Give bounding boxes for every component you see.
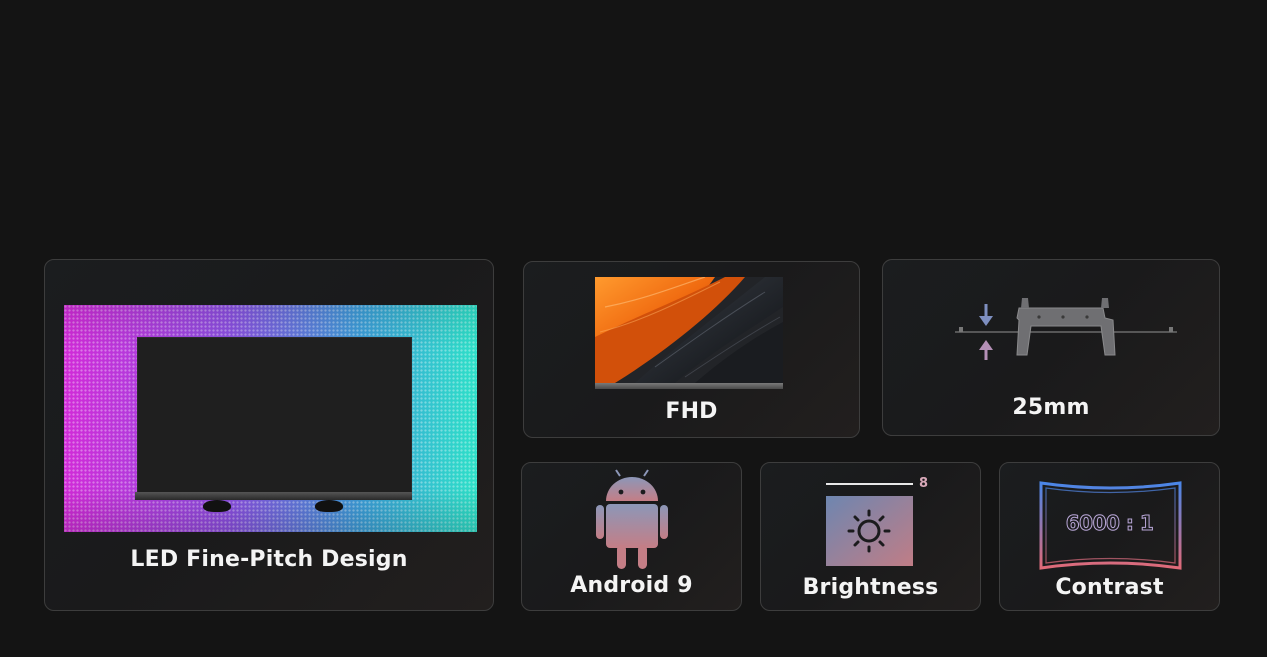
android-card: Android 9 [521,462,742,611]
thickness-label: 25mm [1012,395,1090,420]
fhd-label: FHD [665,399,718,424]
brightness-level-label: 8 [919,476,929,491]
tv-foot-right [315,500,343,512]
contrast-ratio-text: 6000 : 1 [1065,511,1154,536]
brightness-label: Brightness [802,575,939,600]
brightness-card: 8 Brightness [760,462,981,611]
tv-screen [137,337,412,494]
sun-icon [826,483,913,566]
tv-foot-left [203,500,231,512]
wall-mount-bracket-icon [955,298,1177,360]
led-fine-pitch-card: LED Fine-Pitch Design [44,259,494,611]
contrast-card: 6000 : 1 Contrast [999,462,1220,611]
led-fine-pitch-label: LED Fine-Pitch Design [130,547,408,572]
contrast-label: Contrast [1055,575,1164,600]
android-label: Android 9 [570,573,693,598]
feather-screen-icon [595,277,783,383]
fhd-card: FHD [523,261,860,438]
feather-artwork [595,277,783,383]
tv-bezel [135,492,412,500]
feature-grid: LED Fine-Pitch Design FHD 25mm Android 9… [0,0,1267,657]
thickness-card: 25mm [882,259,1220,436]
monitor-bezel [595,383,783,389]
android-robot-icon [596,469,668,569]
